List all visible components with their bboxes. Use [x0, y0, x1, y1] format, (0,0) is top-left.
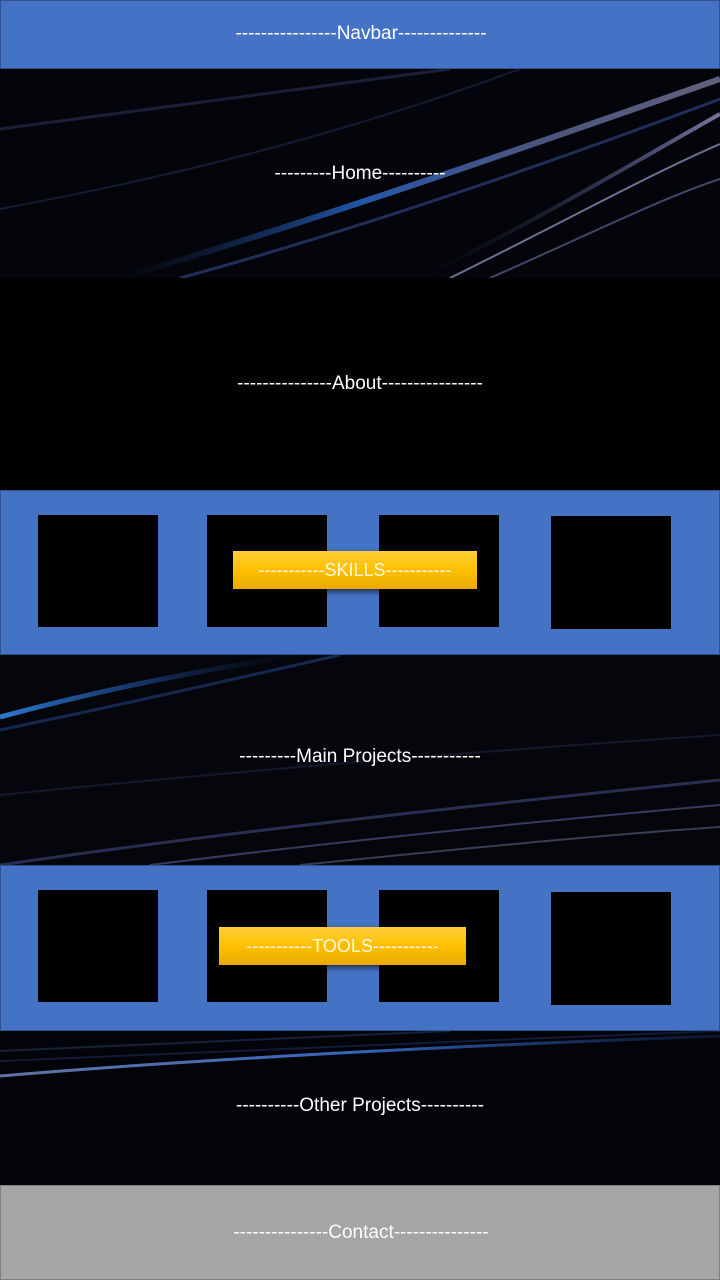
- skill-box-4: [551, 516, 671, 629]
- tool-box-1: [38, 890, 158, 1002]
- about-section: ---------------About----------------: [0, 278, 720, 490]
- other-projects-label: ----------Other Projects----------: [236, 1095, 484, 1116]
- navbar-section: ----------------Navbar--------------: [0, 0, 720, 69]
- home-section: ---------Home----------: [0, 69, 720, 278]
- main-projects-section: ---------Main Projects-----------: [0, 655, 720, 865]
- skills-badge: -----------SKILLS-----------: [233, 551, 477, 589]
- contact-section: ---------------Contact---------------: [0, 1185, 720, 1280]
- contact-label: ---------------Contact---------------: [233, 1222, 489, 1243]
- home-label: ---------Home----------: [274, 163, 446, 184]
- other-projects-section: ----------Other Projects----------: [0, 1031, 720, 1185]
- about-label: ---------------About----------------: [237, 373, 483, 394]
- main-projects-label: ---------Main Projects-----------: [239, 746, 481, 767]
- tool-box-4: [551, 892, 671, 1005]
- navbar-label: ----------------Navbar--------------: [235, 23, 487, 44]
- tools-section: -----------TOOLS-----------: [0, 865, 720, 1031]
- skill-box-1: [38, 515, 158, 627]
- skills-section: -----------SKILLS-----------: [0, 490, 720, 655]
- tools-badge: -----------TOOLS-----------: [219, 927, 466, 965]
